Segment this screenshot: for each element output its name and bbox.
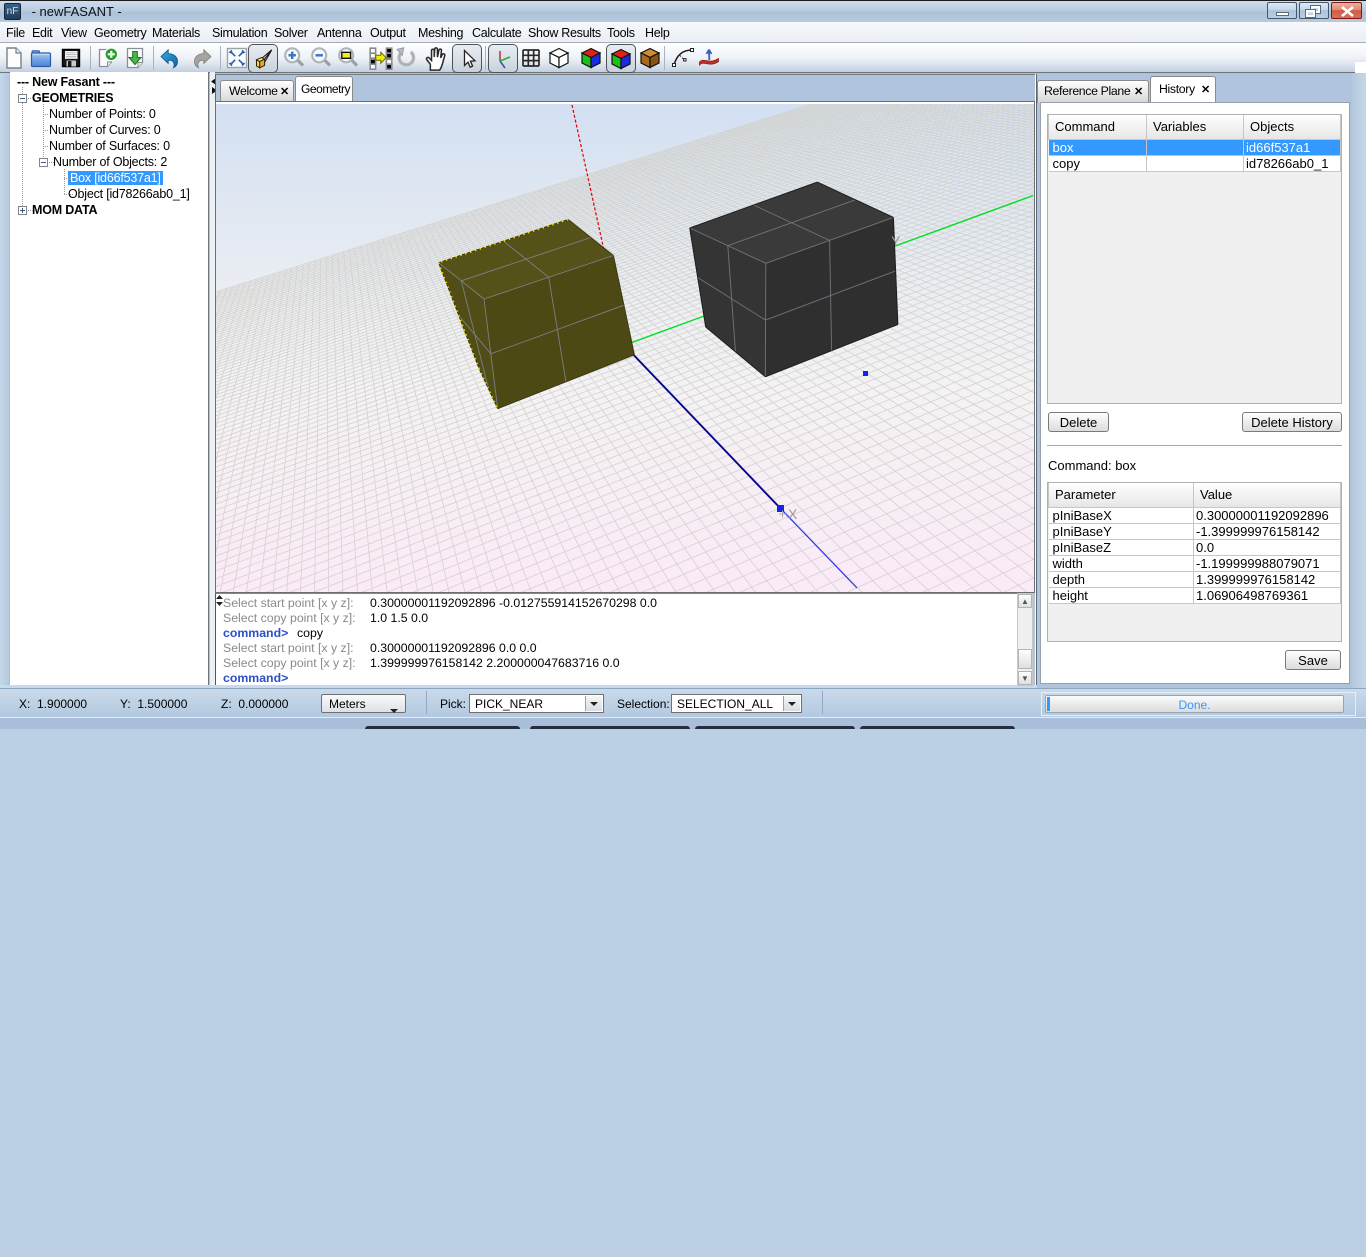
svg-text:Y: Y — [891, 233, 901, 249]
svg-text:X: X — [788, 506, 798, 522]
